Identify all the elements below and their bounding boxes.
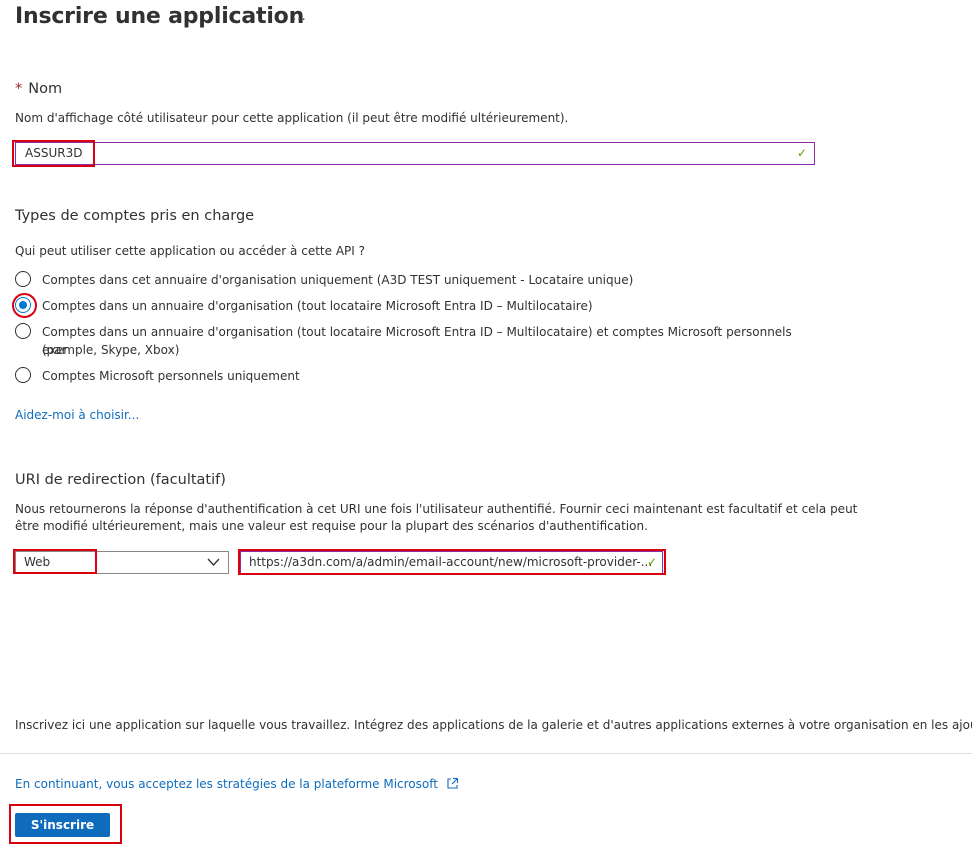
radio-option-personal-only[interactable]: Comptes Microsoft personnels uniquement	[15, 367, 815, 385]
radio-button[interactable]	[15, 323, 31, 339]
help-choose-link[interactable]: Aidez-moi à choisir...	[15, 408, 139, 422]
radio-option-label-line2: exemple, Skype, Xbox)	[42, 343, 180, 357]
radio-option-single-tenant[interactable]: Comptes dans cet annuaire d'organisation…	[15, 271, 815, 289]
highlight-redirect-uri	[238, 549, 666, 575]
radio-option-label: Comptes Microsoft personnels uniquement	[42, 369, 300, 383]
highlight-platform-select	[13, 549, 97, 574]
radio-option-multi-tenant[interactable]: Comptes dans un annuaire d'organisation …	[15, 297, 815, 315]
more-options-icon[interactable]: …	[292, 8, 307, 24]
name-description: Nom d'affichage côté utilisateur pour ce…	[15, 111, 569, 125]
radio-button[interactable]	[15, 271, 31, 287]
page-title: Inscrire une application	[15, 4, 305, 29]
accounts-question: Qui peut utiliser cette application ou a…	[15, 244, 365, 258]
name-input[interactable]: ASSUR3D ✓	[15, 142, 815, 165]
radio-option-label: Comptes dans un annuaire d'organisation …	[42, 299, 593, 313]
highlight-name-input	[12, 140, 95, 167]
redirect-description-line2: être modifié ultérieurement, mais une va…	[15, 519, 648, 533]
radio-option-multi-tenant-personal[interactable]: Comptes dans un annuaire d'organisation …	[15, 323, 815, 359]
valid-check-icon: ✓	[796, 146, 807, 160]
accounts-section-title: Types de comptes pris en charge	[15, 208, 255, 224]
policy-link-text: En continuant, vous acceptez les stratég…	[15, 777, 438, 791]
footer-info-text: Inscrivez ici une application sur laquel…	[15, 718, 972, 732]
highlight-register-button	[9, 804, 122, 844]
required-marker: *	[15, 81, 23, 97]
highlight-selected-radio	[12, 293, 37, 318]
name-label: * Nom	[15, 81, 62, 97]
name-label-text: Nom	[28, 81, 63, 97]
external-link-icon	[447, 777, 458, 789]
policy-link[interactable]: En continuant, vous acceptez les stratég…	[15, 777, 459, 791]
redirect-section-title: URI de redirection (facultatif)	[15, 472, 226, 488]
footer-divider	[0, 753, 972, 754]
radio-button[interactable]	[15, 367, 31, 383]
radio-option-label: Comptes dans cet annuaire d'organisation…	[42, 273, 634, 287]
chevron-down-icon	[207, 558, 220, 566]
redirect-description-line1: Nous retournerons la réponse d'authentif…	[15, 502, 858, 516]
